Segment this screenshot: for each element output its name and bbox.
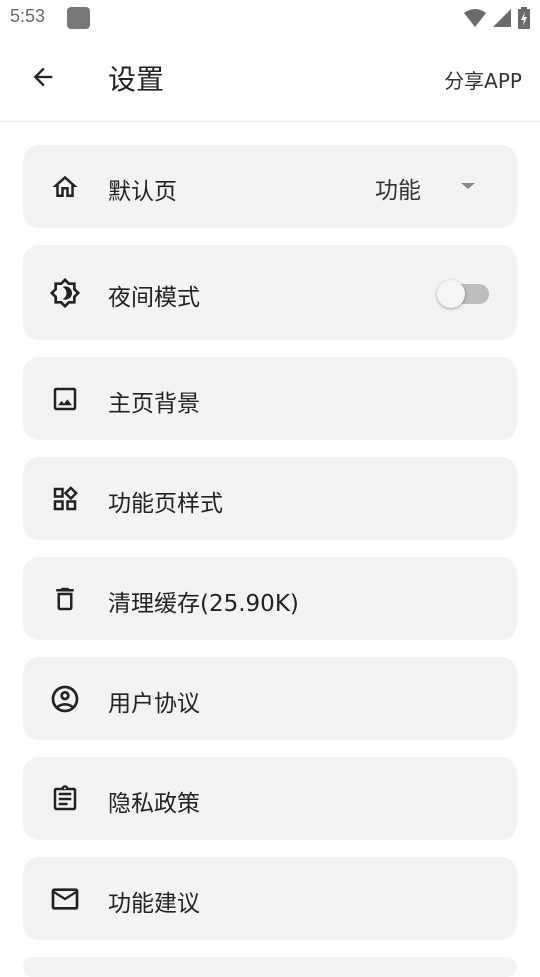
status-bar: 5:53 bbox=[0, 0, 540, 36]
setting-label: 功能建议 bbox=[108, 891, 200, 917]
widgets-icon bbox=[49, 483, 81, 515]
setting-label: 主页背景 bbox=[108, 391, 200, 417]
share-app-button[interactable]: 分享APP bbox=[444, 65, 522, 94]
clipboard-icon bbox=[49, 783, 81, 815]
setting-user-agreement[interactable]: 用户协议 bbox=[23, 657, 517, 740]
dropdown-value: 功能 bbox=[375, 178, 421, 204]
home-icon bbox=[49, 171, 81, 203]
setting-feature-suggestion[interactable]: 功能建议 bbox=[23, 857, 517, 940]
brightness-icon bbox=[49, 277, 81, 309]
setting-clear-cache[interactable]: 清理缓存(25.90K) bbox=[23, 557, 517, 640]
setting-night-mode[interactable]: 夜间模式 bbox=[23, 245, 517, 340]
setting-label: 功能页样式 bbox=[108, 491, 223, 517]
dropdown-arrow-icon bbox=[461, 183, 475, 189]
status-icons bbox=[464, 6, 530, 30]
mail-icon bbox=[49, 883, 81, 915]
image-icon bbox=[49, 383, 81, 415]
battery-icon bbox=[518, 7, 530, 29]
setting-label: 隐私政策 bbox=[108, 791, 200, 817]
setting-privacy-policy[interactable]: 隐私政策 bbox=[23, 757, 517, 840]
setting-next-partial[interactable] bbox=[23, 957, 517, 977]
back-button[interactable] bbox=[22, 56, 64, 98]
trash-icon bbox=[49, 583, 81, 615]
setting-label: 夜间模式 bbox=[108, 285, 200, 311]
default-page-dropdown[interactable]: 功能 bbox=[375, 145, 495, 228]
setting-default-page[interactable]: 默认页 功能 bbox=[23, 145, 517, 228]
account-circle-icon bbox=[49, 683, 81, 715]
wifi-icon bbox=[464, 9, 486, 27]
night-mode-toggle[interactable] bbox=[437, 279, 491, 308]
app-bar: 设置 分享APP bbox=[0, 36, 540, 122]
toggle-thumb bbox=[437, 280, 465, 308]
setting-label: 清理缓存(25.90K) bbox=[108, 591, 299, 617]
setting-label: 用户协议 bbox=[108, 691, 200, 717]
setting-home-background[interactable]: 主页背景 bbox=[23, 357, 517, 440]
notification-icon bbox=[67, 7, 90, 29]
page-title: 设置 bbox=[108, 63, 165, 96]
setting-label: 默认页 bbox=[108, 179, 177, 205]
arrow-back-icon bbox=[33, 67, 53, 87]
status-time: 5:53 bbox=[10, 6, 46, 26]
setting-function-page-style[interactable]: 功能页样式 bbox=[23, 457, 517, 540]
signal-icon bbox=[493, 9, 511, 27]
